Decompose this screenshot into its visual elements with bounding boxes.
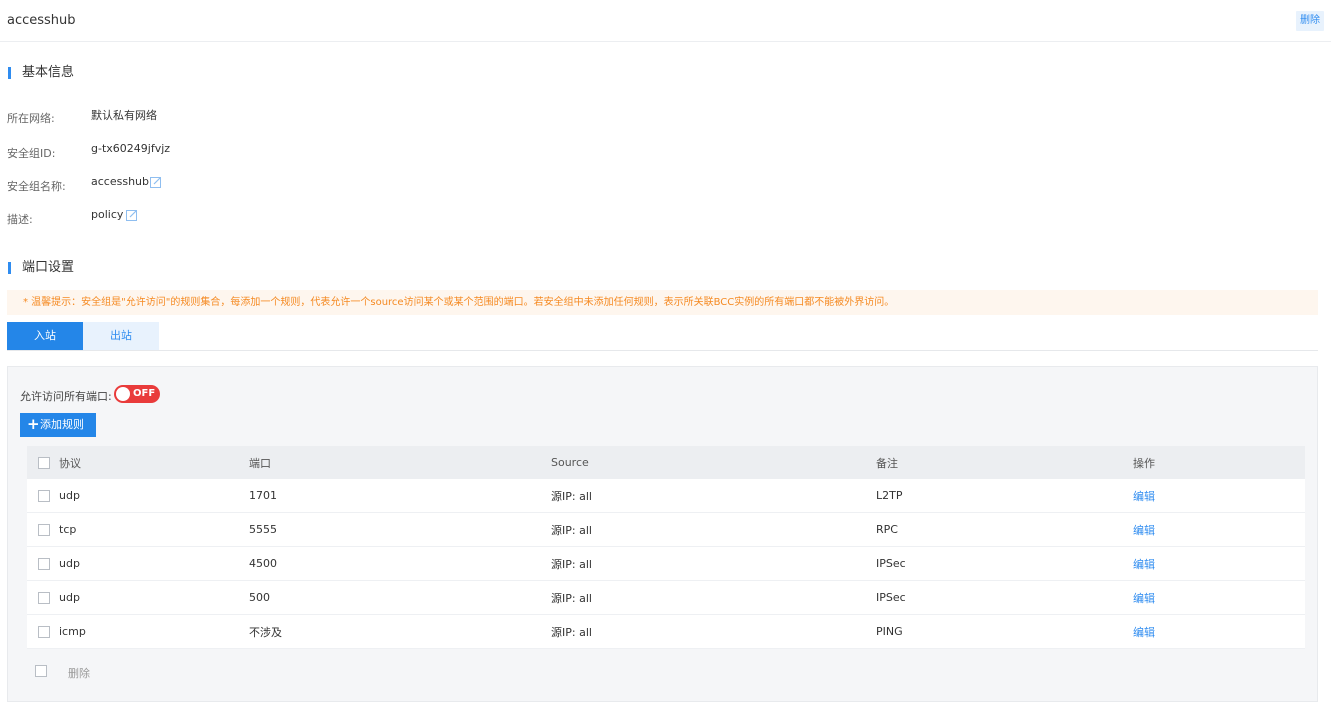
tabs-divider: [7, 350, 1318, 351]
add-rule-label: 添加规则: [40, 418, 84, 431]
row-checkbox[interactable]: [38, 557, 50, 570]
column-header-source: Source: [551, 456, 589, 469]
row-checkbox[interactable]: [38, 489, 50, 502]
delete-button[interactable]: 删除: [1296, 11, 1324, 31]
remark-cell: RPC: [876, 523, 898, 536]
add-rule-button[interactable]: + 添加规则: [20, 413, 96, 437]
edit-link[interactable]: 编辑: [1133, 547, 1155, 580]
column-header-action: 操作: [1133, 456, 1155, 470]
table-row: udp 500 源IP: all IPSec 编辑: [27, 581, 1305, 615]
rules-panel: 允许访问所有端口: OFF + 添加规则 协议 端口 Source 备注 操作 …: [7, 366, 1318, 702]
allow-all-ports-label: 允许访问所有端口:: [20, 390, 112, 403]
group-name-value: accesshub: [91, 175, 149, 188]
remark-cell: L2TP: [876, 489, 903, 502]
plus-icon: +: [27, 415, 40, 433]
edit-link[interactable]: 编辑: [1133, 513, 1155, 546]
select-all-checkbox[interactable]: [38, 456, 50, 469]
source-cell: 源IP: all: [551, 625, 592, 639]
footer-select-all-checkbox[interactable]: [35, 665, 47, 677]
rules-table: 协议 端口 Source 备注 操作 udp 1701 源IP: all L2T…: [27, 446, 1305, 649]
group-name-label: 安全组名称:: [7, 180, 66, 193]
table-row: tcp 5555 源IP: all RPC 编辑: [27, 513, 1305, 547]
basic-info-title: 基本信息: [7, 65, 74, 81]
protocol-cell: udp: [59, 591, 80, 604]
network-value: 默认私有网络: [91, 109, 157, 122]
description-label: 描述:: [7, 213, 33, 226]
edit-link[interactable]: 编辑: [1133, 615, 1155, 648]
edit-name-icon[interactable]: [150, 176, 162, 188]
port-cell: 500: [249, 591, 270, 604]
port-cell: 5555: [249, 523, 277, 536]
remark-cell: PING: [876, 625, 903, 638]
group-id-value: g-tx60249jfvjz: [91, 142, 171, 155]
source-cell: 源IP: all: [551, 523, 592, 537]
page-header: accesshub 删除: [0, 0, 1331, 42]
protocol-cell: icmp: [59, 625, 86, 638]
table-row: udp 1701 源IP: all L2TP 编辑: [27, 479, 1305, 513]
network-label: 所在网络:: [7, 112, 55, 125]
port-settings-title: 端口设置: [7, 260, 74, 276]
edit-link[interactable]: 编辑: [1133, 581, 1155, 614]
edit-description-icon[interactable]: [126, 209, 138, 221]
port-cell: 不涉及: [249, 625, 282, 639]
allow-all-ports-toggle[interactable]: OFF: [114, 385, 160, 403]
remark-cell: IPSec: [876, 557, 906, 570]
row-checkbox[interactable]: [38, 625, 50, 638]
edit-link[interactable]: 编辑: [1133, 479, 1155, 512]
toggle-knob: [116, 387, 130, 401]
page-title: accesshub: [7, 13, 76, 28]
remark-cell: IPSec: [876, 591, 906, 604]
row-checkbox[interactable]: [38, 591, 50, 604]
protocol-cell: udp: [59, 489, 80, 502]
tab-outbound[interactable]: 出站: [83, 322, 159, 350]
table-row: icmp 不涉及 源IP: all PING 编辑: [27, 615, 1305, 649]
source-cell: 源IP: all: [551, 591, 592, 605]
description-value: policy: [91, 208, 124, 221]
row-checkbox[interactable]: [38, 523, 50, 536]
source-cell: 源IP: all: [551, 557, 592, 571]
source-cell: 源IP: all: [551, 489, 592, 503]
batch-delete-button[interactable]: 删除: [68, 665, 90, 681]
toggle-state-text: OFF: [133, 388, 156, 399]
warning-tip: * 温馨提示：安全组是"允许访问"的规则集合，每添加一个规则，代表允许一个sou…: [7, 290, 1318, 315]
tab-inbound[interactable]: 入站: [7, 322, 83, 350]
protocol-cell: udp: [59, 557, 80, 570]
direction-tabs: 入站 出站: [7, 322, 159, 350]
group-id-label: 安全组ID:: [7, 147, 56, 160]
protocol-cell: tcp: [59, 523, 77, 536]
column-header-protocol: 协议: [59, 456, 81, 470]
column-header-remark: 备注: [876, 456, 898, 470]
column-header-port: 端口: [249, 456, 271, 470]
port-cell: 1701: [249, 489, 277, 502]
table-header: 协议 端口 Source 备注 操作: [27, 446, 1305, 479]
table-row: udp 4500 源IP: all IPSec 编辑: [27, 547, 1305, 581]
port-cell: 4500: [249, 557, 277, 570]
